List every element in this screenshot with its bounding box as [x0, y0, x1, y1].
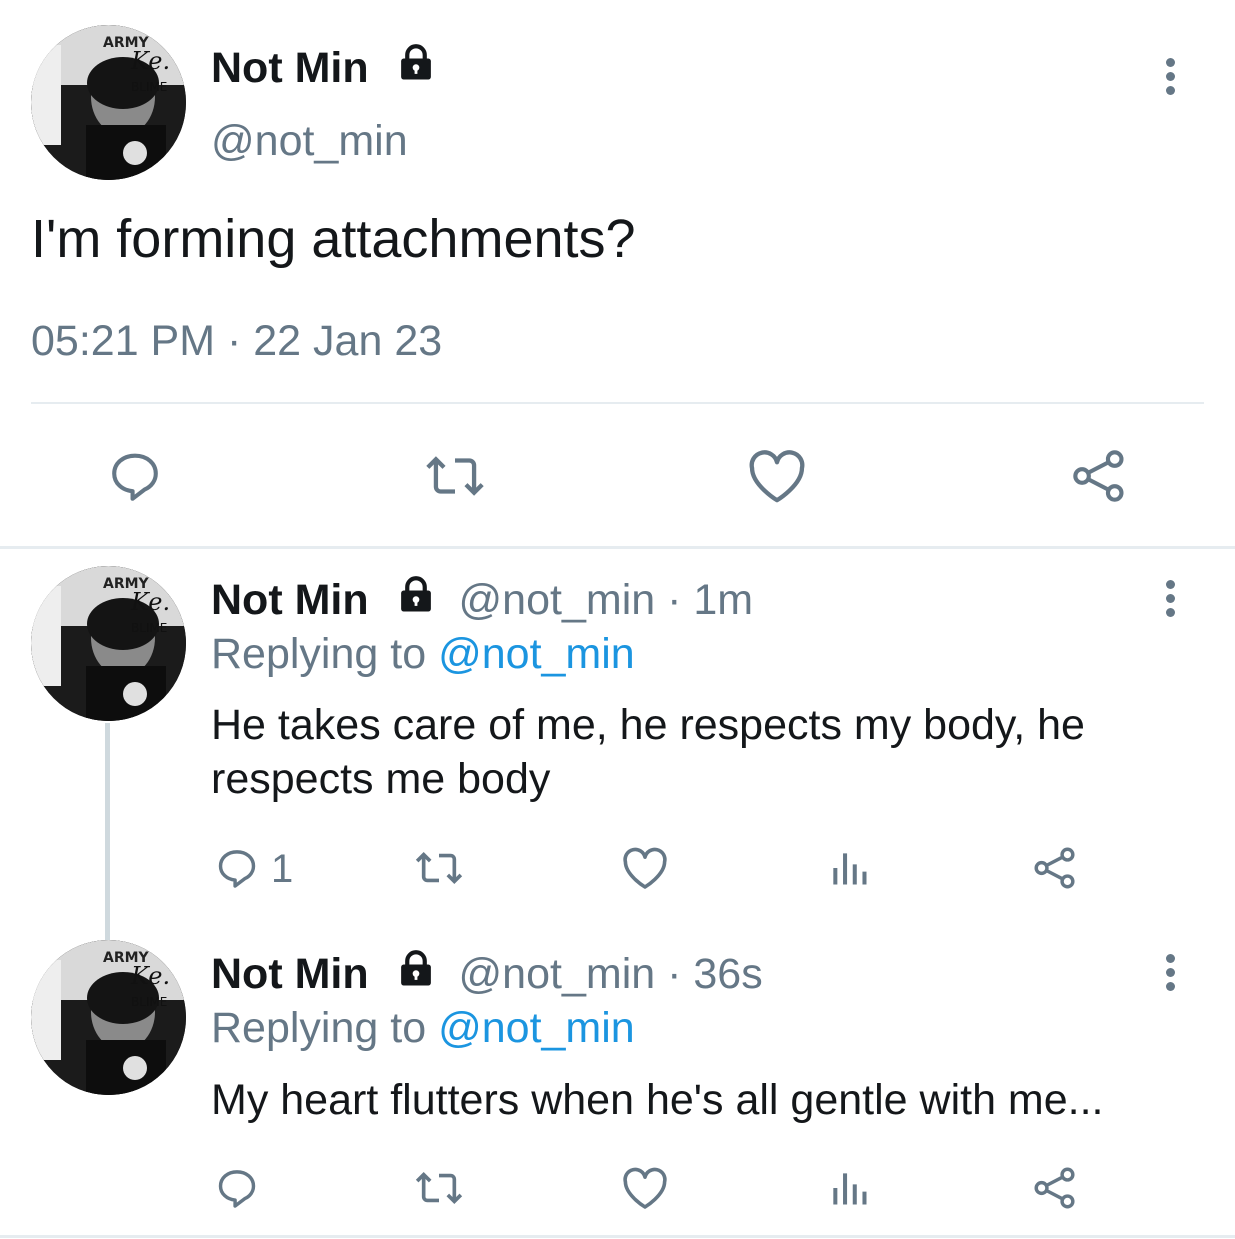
reply-header: Not Min @not_min · 1m	[211, 574, 753, 627]
avatar-text-2: Ke.	[130, 47, 170, 75]
avatar-text-3: BLIME	[131, 80, 167, 94]
analytics-icon[interactable]	[828, 1166, 872, 1210]
thread-line	[105, 723, 110, 940]
bottom-divider	[0, 1235, 1235, 1238]
replying-to: Replying to @not_min	[211, 1002, 635, 1054]
avatar-image: ARMY Ke. BLIME	[31, 940, 186, 1095]
like-icon[interactable]	[620, 1166, 670, 1210]
avatar-text-2: Ke.	[130, 588, 170, 616]
like-icon[interactable]	[620, 846, 670, 890]
lock-icon	[395, 573, 437, 627]
share-icon[interactable]	[1032, 1165, 1078, 1211]
retweet-icon[interactable]	[413, 845, 465, 891]
retweet-icon[interactable]	[424, 447, 486, 505]
avatar[interactable]: ARMY Ke. BLIME	[31, 566, 186, 721]
avatar-image: ARMY Ke. BLIME	[31, 25, 186, 180]
more-options-icon[interactable]	[1164, 954, 1176, 996]
main-tweet-text: I'm forming attachments?	[31, 209, 636, 269]
lock-icon	[395, 41, 437, 95]
divider	[31, 402, 1204, 404]
replying-to-label: Replying to	[211, 1004, 427, 1052]
reply-handle-time[interactable]: @not_min · 1m	[459, 576, 754, 624]
like-icon[interactable]	[746, 448, 808, 504]
avatar-text-3: BLIME	[131, 995, 167, 1009]
reply-icon[interactable]	[106, 447, 164, 505]
avatar[interactable]: ARMY Ke. BLIME	[31, 940, 186, 1095]
reply-text-line-2: respects me body	[211, 755, 551, 803]
analytics-icon[interactable]	[828, 846, 872, 890]
reply-handle-time[interactable]: @not_min · 36s	[459, 950, 763, 998]
section-divider	[0, 546, 1235, 549]
reply-display-name[interactable]: Not Min	[211, 950, 369, 998]
share-icon[interactable]	[1032, 845, 1078, 891]
replying-to-label: Replying to	[211, 630, 427, 678]
reply-count: 1	[271, 847, 294, 891]
lock-icon	[395, 947, 437, 1001]
replying-to-link[interactable]: @not_min	[438, 1004, 635, 1052]
avatar-text-2: Ke.	[130, 962, 170, 990]
reply-icon[interactable]	[214, 1165, 260, 1211]
avatar[interactable]: ARMY Ke. BLIME	[31, 25, 186, 180]
main-handle[interactable]: @not_min	[211, 115, 408, 167]
display-name-text: Not Min	[211, 44, 369, 92]
replying-to-link[interactable]: @not_min	[438, 630, 635, 678]
reply-display-name[interactable]: Not Min	[211, 576, 369, 624]
avatar-image: ARMY Ke. BLIME	[31, 566, 186, 721]
more-options-icon[interactable]	[1164, 58, 1176, 100]
reply-icon[interactable]	[214, 845, 260, 891]
retweet-icon[interactable]	[413, 1165, 465, 1211]
avatar-text-3: BLIME	[131, 621, 167, 635]
share-icon[interactable]	[1070, 447, 1128, 505]
reply-text-line-1: He takes care of me, he respects my body…	[211, 701, 1085, 749]
main-display-name[interactable]: Not Min	[211, 42, 437, 95]
reply-text-line-1: My heart flutters when he's all gentle w…	[211, 1076, 1104, 1124]
more-options-icon[interactable]	[1164, 580, 1176, 622]
reply-header: Not Min @not_min · 36s	[211, 948, 763, 1001]
main-timestamp[interactable]: 05:21 PM · 22 Jan 23	[31, 315, 442, 367]
replying-to: Replying to @not_min	[211, 628, 635, 680]
